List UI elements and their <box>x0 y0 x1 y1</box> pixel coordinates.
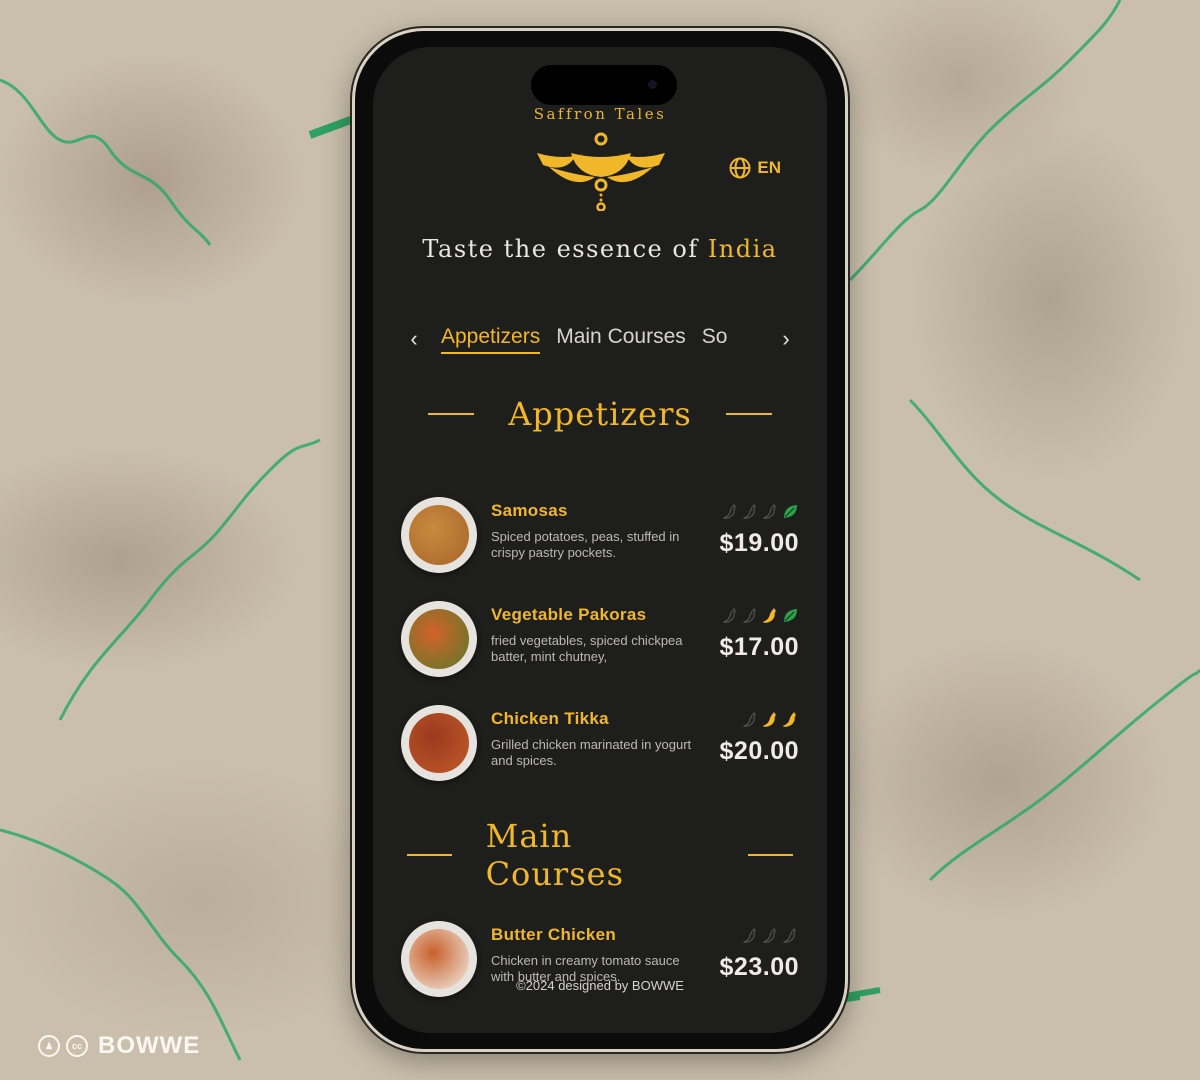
section-heading: Main Courses <box>485 817 624 893</box>
chili-icon <box>782 928 796 943</box>
item-name: Chicken Tikka <box>491 709 609 728</box>
language-label: EN <box>757 158 781 177</box>
chevron-left-icon[interactable]: ‹ <box>403 325 425 353</box>
category-tabs: Appetizers Main Courses So <box>425 325 775 354</box>
tagline-prefix: Taste the essence of <box>422 235 699 263</box>
menu-item[interactable]: Samosas Spiced potatoes, peas, stuffed i… <box>401 497 799 577</box>
item-badges <box>742 711 799 728</box>
dish-image <box>401 601 477 677</box>
chili-icon <box>742 928 756 943</box>
food-photo <box>409 505 469 565</box>
item-name: Samosas <box>491 501 568 520</box>
tab-soups[interactable]: So <box>702 325 728 354</box>
item-badges <box>722 503 799 520</box>
leaf-icon <box>784 505 797 518</box>
item-badges <box>742 927 799 944</box>
brand-name: Saffron Tales <box>533 105 667 123</box>
item-badges <box>722 607 799 624</box>
lamp-logo-icon <box>537 132 665 211</box>
language-selector[interactable]: EN <box>729 157 781 179</box>
chili-icon <box>742 504 756 519</box>
globe-icon <box>729 157 751 179</box>
watermark-text: BOWWE <box>98 1032 201 1059</box>
divider <box>407 854 452 856</box>
dish-image <box>401 497 477 573</box>
chili-icon <box>742 712 756 727</box>
food-photo <box>409 713 469 773</box>
person-icon: ♟ <box>38 1035 60 1057</box>
item-price: $17.00 <box>719 633 799 661</box>
chili-icon <box>762 504 776 519</box>
chili-icon <box>762 712 776 727</box>
item-description: fried vegetables, spiced chickpea batter… <box>491 633 683 664</box>
cc-icon: cc <box>66 1035 88 1057</box>
tab-main-courses[interactable]: Main Courses <box>556 325 686 354</box>
menu-item[interactable]: Vegetable Pakoras fried vegetables, spic… <box>401 601 799 681</box>
item-description: Spiced potatoes, peas, stuffed in crispy… <box>491 529 680 560</box>
item-name: Butter Chicken <box>491 925 617 944</box>
camera-icon <box>648 80 657 89</box>
chili-icon <box>762 608 776 623</box>
bowwe-watermark: ♟ cc BOWWE <box>38 1032 200 1060</box>
dish-image <box>401 705 477 781</box>
divider <box>428 413 475 415</box>
item-price: $19.00 <box>719 529 799 557</box>
food-photo <box>409 609 469 669</box>
section-title-appetizers: Appetizers <box>373 395 827 433</box>
phone-frame: Saffron Tales EN Taste the essence of In… <box>352 28 848 1052</box>
item-price: $20.00 <box>719 737 799 765</box>
tagline-highlight: India <box>707 235 778 263</box>
section-title-main-courses: Main Courses <box>373 817 827 893</box>
item-description: Grilled chicken marinated in yogurt and … <box>491 737 692 768</box>
chili-icon <box>742 608 756 623</box>
chevron-right-icon[interactable]: › <box>775 325 797 353</box>
divider <box>725 413 772 415</box>
chili-icon <box>722 608 736 623</box>
chili-icon <box>722 504 736 519</box>
item-name: Vegetable Pakoras <box>491 605 647 624</box>
category-nav: ‹ Appetizers Main Courses So › <box>403 321 797 357</box>
leaf-icon <box>784 609 797 622</box>
chili-icon <box>762 928 776 943</box>
section-heading: Appetizers <box>508 395 692 433</box>
menu-item[interactable]: Chicken Tikka Grilled chicken marinated … <box>401 705 799 785</box>
footer-credit: ©2024 designed by BOWWE <box>516 978 684 993</box>
divider <box>748 854 794 856</box>
tagline: Taste the essence of India <box>373 235 827 263</box>
chili-icon <box>782 712 796 727</box>
tab-appetizers[interactable]: Appetizers <box>441 325 541 354</box>
phone-screen: Saffron Tales EN Taste the essence of In… <box>373 47 827 1033</box>
dynamic-island <box>531 65 677 105</box>
